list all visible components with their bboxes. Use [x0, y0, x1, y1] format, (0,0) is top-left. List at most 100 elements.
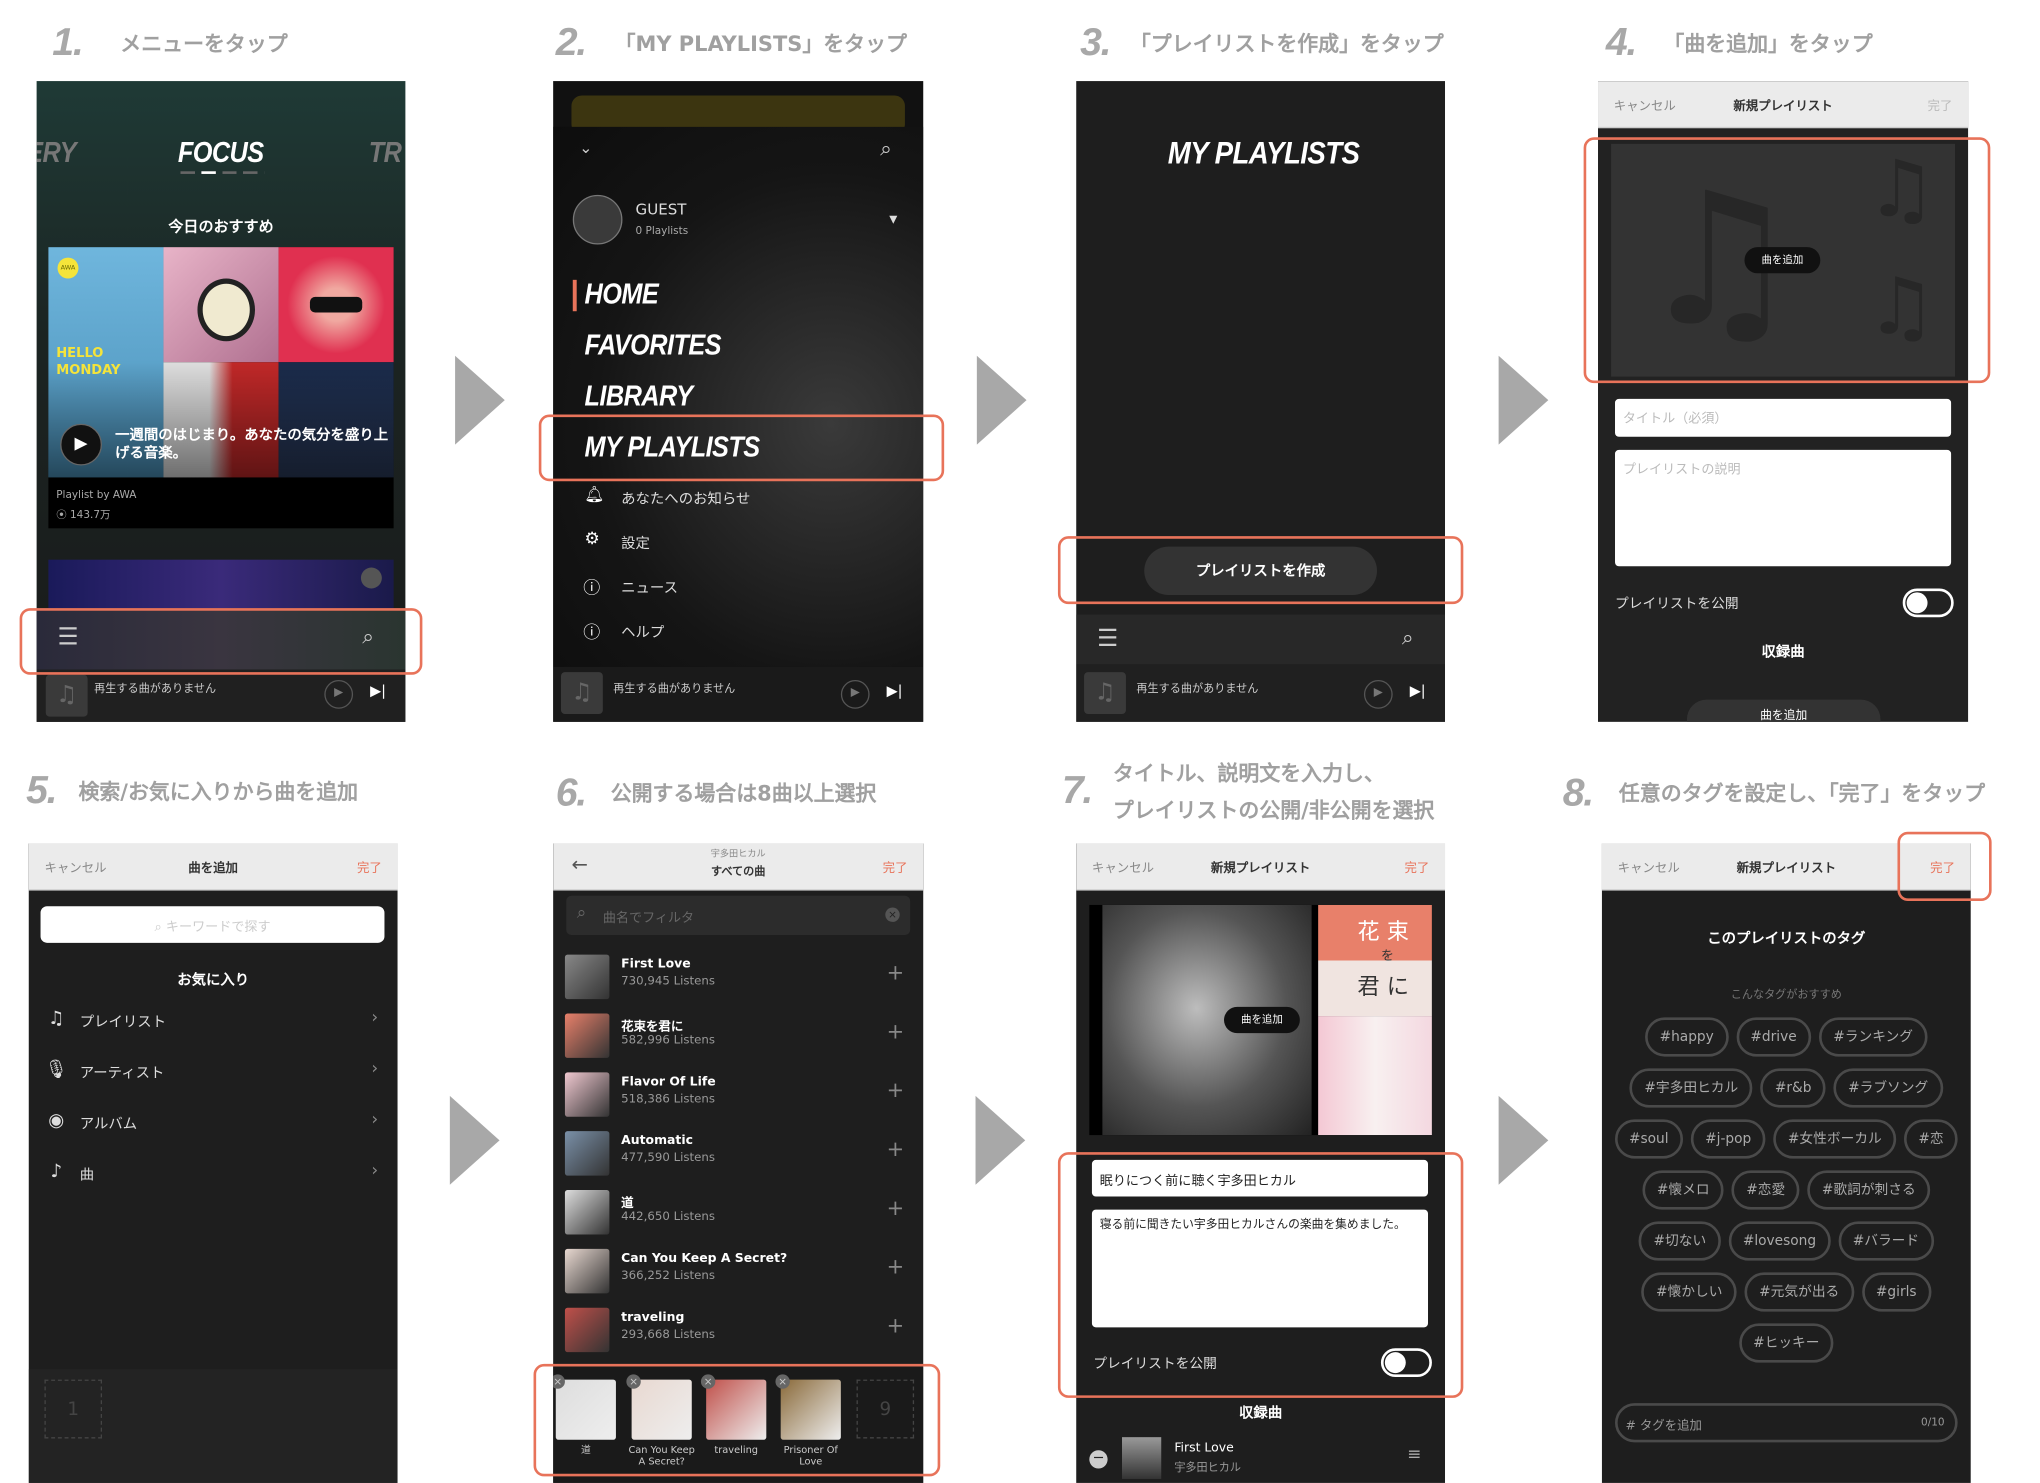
track-artist: 宇多田ヒカル — [1174, 1462, 1242, 1476]
title-input[interactable]: タイトル（必須） — [1615, 398, 1952, 437]
row-albums[interactable]: ◉ アルバム › — [29, 1110, 398, 1141]
public-toggle[interactable] — [1380, 1348, 1432, 1378]
play-button[interactable]: ▶ — [324, 680, 354, 709]
gear-icon: ⚙ — [584, 529, 600, 550]
remove-track-icon[interactable]: − — [1089, 1450, 1108, 1469]
tag-chip[interactable]: #恋愛 — [1731, 1170, 1800, 1210]
hamburger-menu-icon[interactable]: ☰ — [1097, 625, 1118, 652]
row-artists[interactable]: 🎙︎ アーティスト › — [29, 1059, 398, 1090]
selection-tray: × 道 × Can You Keep A Secret? × traveling × Pris… — [553, 1366, 924, 1483]
selected-song[interactable]: × Can You Keep A Secret? — [626, 1374, 695, 1468]
search-input[interactable]: ⌕ キーワードで探す — [40, 906, 385, 943]
tag-chip[interactable]: #元気が出る — [1744, 1272, 1854, 1312]
selected-song[interactable]: × traveling — [700, 1374, 767, 1455]
empty-slot: 9 — [856, 1379, 915, 1439]
row-playlists[interactable]: ♫ プレイリスト › — [29, 1008, 398, 1039]
tag-chip[interactable]: #歌詞が刺さる — [1807, 1170, 1931, 1210]
screen-tags: キャンセル 新規プレイリスト 完了 このプレイリストのタグ こんなタグがおすすめ… — [1601, 843, 1971, 1483]
tag-chip[interactable]: #バラード — [1838, 1221, 1934, 1261]
selected-song[interactable]: × Prisoner Of Love — [775, 1374, 841, 1468]
chevron-down-icon[interactable]: ⌄ — [579, 139, 592, 157]
drag-handle-icon[interactable]: ≡ — [1407, 1445, 1421, 1465]
tag-chip[interactable]: #懐メロ — [1642, 1170, 1724, 1210]
tag-chip[interactable]: #j-pop — [1690, 1119, 1766, 1159]
artwork-collage[interactable]: 花 束 を 君 に 曲を追加 — [1089, 904, 1432, 1136]
create-playlist-button[interactable]: プレイリストを作成 — [1144, 546, 1378, 596]
description-input[interactable]: 寝る前に聞きたい宇多田ヒカルさんの楽曲を集めました。 — [1091, 1209, 1429, 1328]
add-song-pill[interactable]: 曲を追加 — [1744, 247, 1821, 274]
menu-favorites[interactable]: FAVORITES — [585, 328, 722, 362]
tag-chip[interactable]: #drive — [1736, 1017, 1812, 1057]
menu-my-playlists[interactable]: MY PLAYLISTS — [585, 430, 761, 464]
tag-chip[interactable]: #happy — [1645, 1017, 1729, 1057]
title-input[interactable]: 眠りにつく前に聴く宇多田ヒカル — [1091, 1159, 1429, 1197]
selected-song[interactable]: × 道 — [553, 1374, 616, 1455]
carousel-next[interactable]: TR — [369, 136, 402, 170]
playlist-card[interactable]: AWA HELLO MONDAY ▶ 一週間のはじまり。あなたの気分を盛り上げる… — [48, 247, 394, 529]
tag-chip[interactable]: #切ない — [1639, 1221, 1721, 1261]
search-icon[interactable]: ⌕ — [1402, 625, 1414, 651]
public-toggle[interactable] — [1902, 588, 1954, 618]
menu-notifications[interactable]: あなたへのお知らせ — [621, 488, 750, 509]
add-tag-input[interactable]: # タグを追加 0/10 — [1615, 1403, 1958, 1443]
tag-chip[interactable]: #soul — [1614, 1119, 1683, 1159]
menu-home[interactable]: HOME — [585, 277, 659, 311]
remove-icon[interactable]: × — [700, 1374, 716, 1389]
tag-chip[interactable]: #ランキング — [1818, 1017, 1928, 1057]
header-title: 新規プレイリスト — [1736, 861, 1837, 877]
carousel-prev[interactable]: ERY — [37, 136, 77, 170]
favorites-title: お気に入り — [177, 971, 250, 989]
remove-icon[interactable]: × — [626, 1374, 641, 1389]
skip-next-icon[interactable]: ▶| — [370, 683, 386, 700]
menu-settings[interactable]: 設定 — [621, 532, 650, 553]
play-button[interactable]: ▶ — [1363, 680, 1393, 709]
playlist-card-2[interactable] — [48, 559, 394, 613]
step-number: 7. — [1061, 768, 1093, 813]
skip-next-icon[interactable]: ▶| — [1410, 683, 1426, 700]
tag-chip[interactable]: #r&b — [1760, 1068, 1826, 1108]
tag-chip[interactable]: #宇多田ヒカル — [1629, 1068, 1753, 1108]
remove-icon[interactable]: × — [775, 1374, 790, 1389]
done-button[interactable]: 完了 — [1404, 858, 1429, 876]
done-button[interactable]: 完了 — [1928, 95, 1953, 113]
artwork-placeholder[interactable]: ♫ ♫ ♫ 曲を追加 — [1611, 143, 1956, 377]
selected-title: traveling — [714, 1443, 759, 1456]
tag-chip[interactable]: #lovesong — [1728, 1221, 1831, 1261]
user-playlists: 0 Playlists — [635, 224, 689, 237]
nav-header: キャンセル 曲を追加 完了 — [28, 843, 398, 891]
search-icon[interactable]: ⌕ — [880, 136, 892, 162]
tag-chip[interactable]: #懐かしい — [1641, 1272, 1737, 1312]
player-text: 再生する曲がありません — [1136, 682, 1259, 696]
tag-chip[interactable]: #女性ボーカル — [1773, 1119, 1897, 1159]
tag-chip[interactable]: #ヒッキー — [1738, 1323, 1834, 1363]
header-title: 新規プレイリスト — [1210, 861, 1311, 877]
music-note-icon: ♫ — [561, 672, 603, 715]
description-input[interactable]: プレイリストの説明 — [1615, 449, 1952, 567]
avatar[interactable] — [572, 194, 623, 245]
tags-title: このプレイリストのタグ — [1707, 929, 1866, 947]
done-button[interactable]: 完了 — [357, 858, 382, 876]
menu-news[interactable]: ニュース — [621, 577, 678, 598]
dropdown-icon[interactable]: ▼ — [889, 213, 897, 225]
add-song-button[interactable]: 曲を追加 — [1686, 699, 1881, 722]
play-button[interactable]: ▶ — [840, 680, 870, 709]
search-icon[interactable]: ⌕ — [362, 624, 374, 650]
row-songs[interactable]: ♪ 曲 › — [29, 1161, 398, 1192]
add-song-pill[interactable]: 曲を追加 — [1224, 1006, 1300, 1034]
play-icon[interactable]: ▶ — [60, 423, 103, 466]
screen-new-playlist: キャンセル 新規プレイリスト 完了 ♫ ♫ ♫ 曲を追加 タイトル（必須） プレ… — [1598, 81, 1969, 722]
step-number: 2. — [555, 20, 587, 65]
tag-chip[interactable]: #恋 — [1904, 1119, 1959, 1159]
menu-library[interactable]: LIBRARY — [585, 379, 694, 413]
carousel-current[interactable]: FOCUS — [178, 136, 264, 170]
hamburger-menu-icon[interactable]: ☰ — [58, 624, 79, 651]
public-label: プレイリストを公開 — [1615, 596, 1739, 613]
skip-next-icon[interactable]: ▶| — [887, 683, 903, 700]
tag-row: #ヒッキー — [1602, 1323, 1971, 1374]
menu-help[interactable]: ヘルプ — [621, 621, 664, 642]
done-button[interactable]: 完了 — [1930, 858, 1955, 876]
tag-chip[interactable]: #ラブソング — [1833, 1068, 1943, 1108]
nav-header: キャンセル 新規プレイリスト 完了 — [1598, 81, 1969, 129]
active-indicator — [572, 279, 577, 312]
tag-chip[interactable]: #girls — [1861, 1272, 1931, 1312]
